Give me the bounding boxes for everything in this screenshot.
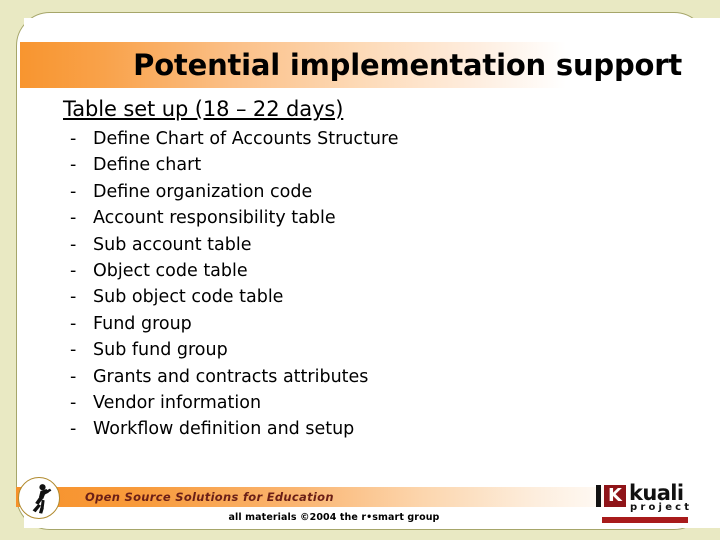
bullet-label: Account responsibility table — [93, 208, 336, 229]
logo-subtitle: project — [630, 502, 693, 513]
bullet-item: - Grants and contracts attributes — [63, 364, 683, 390]
bullet-label: Vendor information — [93, 393, 262, 414]
bullet-marker: - — [70, 313, 77, 334]
logo-rule — [602, 517, 688, 523]
bullet-marker: - — [70, 155, 77, 176]
bullet-item: - Define chart — [63, 152, 683, 178]
bullet-marker: - — [70, 208, 77, 229]
bullet-marker: - — [70, 234, 77, 255]
bullet-label: Fund group — [93, 313, 192, 334]
content-area: Table set up (18 – 22 days) - Define Char… — [63, 96, 683, 443]
bullet-label: Define Chart of Accounts Structure — [93, 129, 399, 149]
bullet-item: - Vendor information — [63, 390, 683, 416]
bullet-item: - Sub account table — [63, 232, 683, 258]
bullet-label: Object code table — [93, 261, 248, 282]
bullet-item: - Object code table — [63, 258, 683, 284]
bullet-item: - Fund group — [63, 311, 683, 337]
bullet-label: Define organization code — [93, 181, 313, 202]
kuali-logo: K kuali project — [596, 481, 693, 524]
logo-bar — [596, 485, 601, 507]
bullet-marker: - — [70, 340, 77, 361]
page-title: Potential implementation support — [133, 48, 682, 82]
bullet-item: - Account responsibility table — [63, 205, 683, 231]
bullet-marker: - — [70, 181, 77, 202]
bullet-item: - Workflow definition and setup — [63, 416, 683, 442]
bullet-label: Sub account table — [93, 234, 252, 255]
bullet-item: - Define organization code — [63, 179, 683, 205]
bullet-list: - Define Chart of Accounts Structure - Defi… — [63, 126, 683, 443]
bullet-label: Define chart — [93, 155, 202, 176]
bullet-marker: - — [70, 419, 77, 440]
bullet-marker: - — [70, 393, 77, 414]
bullet-item: - Sub object code table — [63, 284, 683, 310]
bullet-marker: - — [70, 287, 77, 308]
bullet-label: Sub object code table — [93, 287, 284, 308]
bullet-label: Sub fund group — [93, 340, 228, 361]
section-heading: Table set up (18 – 22 days) — [63, 97, 344, 121]
bullet-label: Workflow definition and setup — [93, 419, 355, 440]
bullet-marker: - — [70, 129, 77, 149]
logo-mark-letter: K — [608, 485, 622, 506]
bullet-marker: - — [70, 261, 77, 282]
footer-tagline: Open Source Solutions for Education — [85, 490, 334, 504]
bullet-label: Grants and contracts attributes — [93, 366, 369, 387]
bullet-marker: - — [70, 366, 77, 387]
logo-wordmark: kuali — [629, 481, 684, 505]
slide: Potential implementation support Table s… — [0, 0, 720, 540]
bullet-item: - Sub fund group — [63, 337, 683, 363]
bullet-item: - Define Chart of Accounts Structure — [63, 126, 683, 152]
